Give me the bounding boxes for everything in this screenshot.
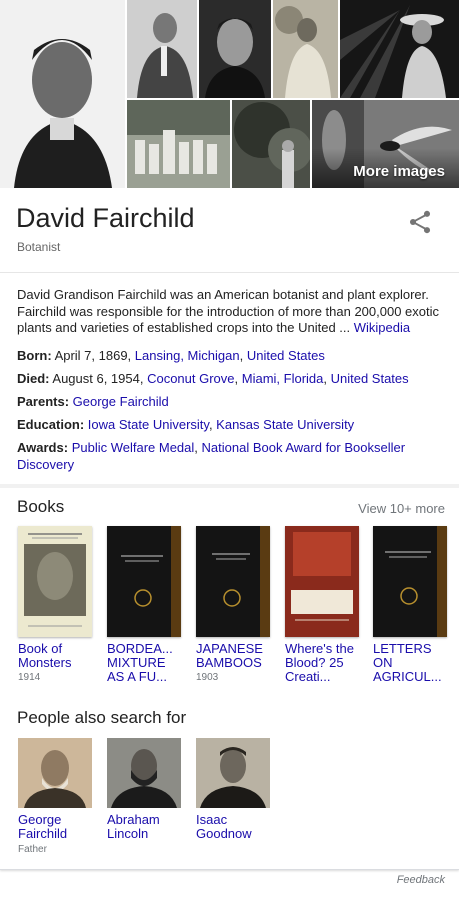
image-group-children[interactable] [127, 100, 230, 188]
person-portrait [196, 738, 270, 808]
fact-label: Parents: [17, 394, 70, 409]
fact-link-public-welfare-medal[interactable]: Public Welfare Medal [72, 440, 195, 455]
view-more-books-link[interactable]: View 10+ more [358, 501, 445, 516]
book-item[interactable]: Where's the Blood? 25 Creati... [285, 526, 359, 686]
book-cover-image [285, 526, 359, 637]
divider [0, 272, 459, 273]
book-item[interactable]: LETTERS ON AGRICUL... [373, 526, 447, 686]
fact-link-kansas-state[interactable]: Kansas State University [216, 417, 354, 432]
book-cover-image [18, 526, 92, 637]
feedback-link[interactable]: Feedback [397, 874, 445, 886]
fact-value: April 7, 1869, [51, 348, 135, 363]
person-item[interactable]: George Fairchild Father [18, 738, 92, 855]
book-cover-image [196, 526, 270, 637]
more-images-link[interactable]: More images [353, 163, 445, 180]
fact-label: Born: [17, 348, 52, 363]
person-item[interactable]: Abraham Lincoln [107, 738, 181, 844]
book-item[interactable]: BORDEA... MIXTURE AS A FU... [107, 526, 181, 686]
portrait-main-icon [0, 0, 125, 188]
fact-link-george-fairchild[interactable]: George Fairchild [73, 394, 169, 409]
tree-icon [232, 100, 310, 188]
portrait-young-icon [199, 0, 271, 98]
person-name[interactable]: George Fairchild [18, 813, 92, 841]
person-name[interactable]: Abraham Lincoln [107, 813, 181, 841]
image-insect[interactable]: More images [312, 100, 459, 188]
portrait-elderly-icon [127, 0, 197, 98]
book-year: 1903 [196, 672, 219, 683]
person-relation: Father [18, 844, 47, 855]
book-year: 1914 [18, 672, 41, 683]
fact-link-united-states[interactable]: United States [331, 371, 409, 386]
book-item[interactable]: Book of Monsters 1914 [18, 526, 92, 683]
person-portrait [107, 738, 181, 808]
entity-title: David Fairchild [16, 203, 195, 233]
image-tree[interactable] [232, 100, 310, 188]
book-title[interactable]: JAPANESE BAMBOOS [196, 642, 270, 670]
knowledge-panel: More images David Fairchild Botanist Dav… [0, 0, 459, 870]
description: David Grandison Fairchild was an America… [17, 287, 442, 337]
book-cover-image [373, 526, 447, 637]
person-portrait [18, 738, 92, 808]
share-button[interactable] [406, 208, 434, 236]
fact-link-miami[interactable]: Miami, Florida [242, 371, 324, 386]
palm-hat-icon [340, 0, 459, 98]
group-children-icon [127, 100, 230, 188]
fact-born: Born: April 7, 1869, Lansing, Michigan, … [17, 348, 325, 363]
share-icon [409, 210, 431, 234]
image-strip: More images [0, 0, 459, 188]
book-title[interactable]: BORDEA... MIXTURE AS A FU... [107, 642, 181, 684]
section-divider [0, 484, 459, 488]
wikipedia-link[interactable]: Wikipedia [354, 320, 410, 335]
book-title[interactable]: Where's the Blood? 25 Creati... [285, 642, 359, 684]
book-cover-image [107, 526, 181, 637]
fact-label: Died: [17, 371, 50, 386]
image-palm-hat[interactable] [340, 0, 459, 98]
image-portrait-young[interactable] [199, 0, 271, 98]
person-item[interactable]: Isaac Goodnow [196, 738, 270, 844]
entity-subtitle: Botanist [17, 240, 61, 254]
book-title[interactable]: LETTERS ON AGRICUL... [373, 642, 447, 684]
image-outdoor-hat[interactable] [273, 0, 338, 98]
book-title[interactable]: Book of Monsters [18, 642, 92, 670]
fact-link-lansing[interactable]: Lansing, Michigan [135, 348, 240, 363]
people-heading: People also search for [17, 708, 187, 727]
image-portrait-elderly[interactable] [127, 0, 197, 98]
fact-link-united-states[interactable]: United States [247, 348, 325, 363]
books-heading: Books [17, 497, 65, 516]
fact-value: August 6, 1954, [49, 371, 148, 386]
fact-died: Died: August 6, 1954, Coconut Grove, Mia… [17, 371, 409, 386]
fact-link-coconut-grove[interactable]: Coconut Grove [147, 371, 234, 386]
person-name[interactable]: Isaac Goodnow [196, 813, 270, 841]
fact-label: Education: [17, 417, 85, 432]
fact-parents: Parents: George Fairchild [17, 394, 437, 411]
fact-awards: Awards: Public Welfare Medal, National B… [17, 440, 406, 472]
fact-link-iowa-state[interactable]: Iowa State University [88, 417, 209, 432]
image-portrait-main[interactable] [0, 0, 125, 188]
outdoor-hat-icon [273, 0, 338, 98]
fact-label: Awards: [17, 440, 69, 455]
book-item[interactable]: JAPANESE BAMBOOS 1903 [196, 526, 270, 683]
fact-education: Education: Iowa State University, Kansas… [17, 417, 355, 432]
